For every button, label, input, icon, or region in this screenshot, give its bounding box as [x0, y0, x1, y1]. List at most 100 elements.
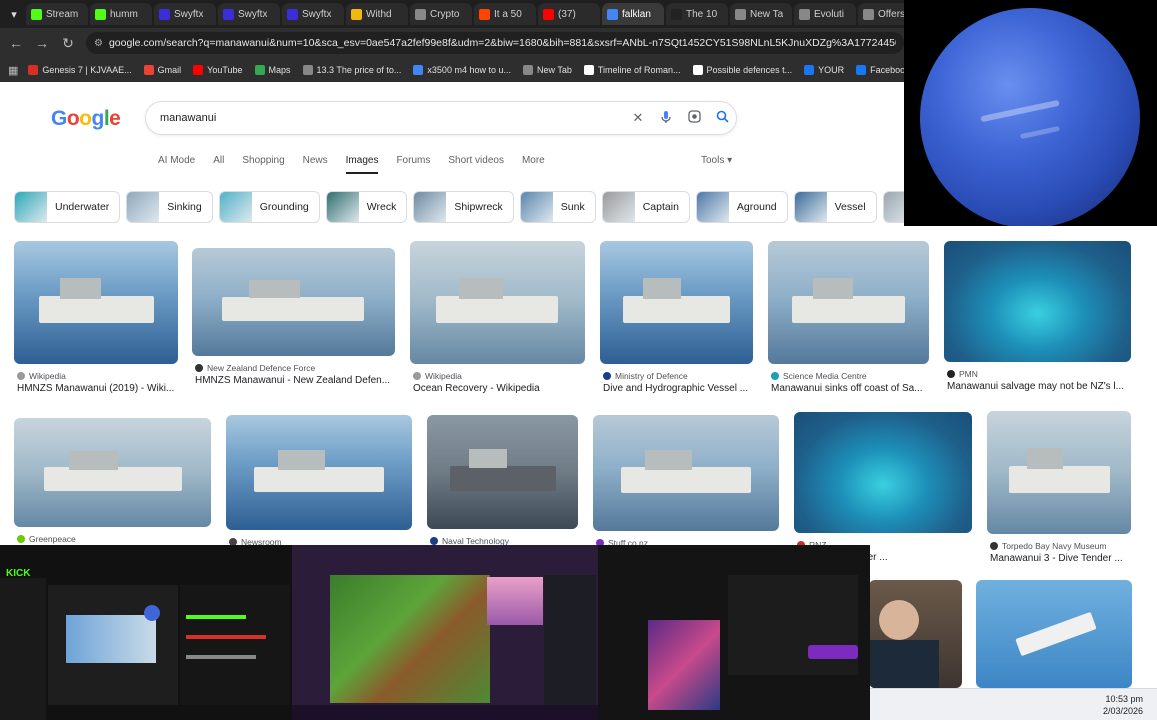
kick-stream-pane[interactable]: KICK — [0, 545, 292, 720]
search-input[interactable]: manawanui — [160, 112, 624, 124]
result-title[interactable]: Manawanui salvage may not be NZ's l... — [947, 381, 1134, 392]
image-result[interactable]: PMN Manawanui salvage may not be NZ's l..… — [944, 241, 1131, 396]
bookmark-item[interactable]: Genesis 7 | KJVAAE... — [28, 65, 132, 75]
search-box[interactable]: manawanui ✕ — [145, 101, 737, 135]
chip-label: Sinking — [167, 201, 202, 213]
result-source[interactable]: Torpedo Bay Navy Museum — [990, 541, 1106, 551]
image-result[interactable]: Greenpeace — [14, 418, 211, 561]
browser-tab[interactable]: humm — [90, 3, 152, 25]
bookmark-item[interactable]: 13.3 The price of to... — [302, 65, 401, 75]
browser-tab[interactable]: Swyftx — [218, 3, 280, 25]
tools-button[interactable]: Tools ▾ — [701, 155, 732, 166]
browser-tab[interactable]: Withd — [346, 3, 408, 25]
filter-tab[interactable]: News — [303, 155, 328, 174]
person-shirt — [869, 640, 939, 688]
image-result[interactable] — [976, 580, 1132, 688]
tab-search-icon[interactable]: ▾ — [4, 4, 24, 24]
filter-tab[interactable]: Forums — [396, 155, 430, 174]
tab-label: Swyftx — [174, 8, 204, 20]
browser-tab[interactable]: Offers — [858, 3, 904, 25]
result-title[interactable]: Dive and Hydrographic Vessel ... — [603, 383, 756, 394]
related-search-chip[interactable]: Captain — [601, 191, 690, 223]
related-search-chip[interactable]: Sinking — [126, 191, 213, 223]
system-clock[interactable]: 10:53 pm 2/03/2026 — [1103, 693, 1143, 717]
result-title[interactable]: Manawanui 3 - Dive Tender ... — [990, 553, 1134, 564]
result-source[interactable]: New Zealand Defence Force — [195, 363, 315, 373]
image-result[interactable]: RNZ...ce charges over ... — [794, 412, 972, 567]
filter-tab[interactable]: Short videos — [448, 155, 504, 174]
ship-superstructure — [813, 278, 853, 299]
forward-icon[interactable]: → — [34, 35, 50, 51]
site-info-icon[interactable]: ⚙ — [94, 38, 103, 49]
browser-tab[interactable]: Stream — [26, 3, 88, 25]
browser-tab[interactable]: The 10 — [666, 3, 728, 25]
chip-label: Shipwreck — [454, 201, 503, 213]
bookmark-item[interactable]: YOUR — [804, 65, 844, 75]
related-search-chip[interactable]: Grounding — [218, 191, 320, 223]
image-result[interactable]: Torpedo Bay Navy Museum Manawanui 3 - Div… — [987, 411, 1131, 568]
game-stream-pane[interactable] — [292, 545, 598, 720]
filter-tab[interactable]: More — [522, 155, 545, 174]
bookmark-item[interactable]: Maps — [254, 65, 291, 75]
image-result[interactable]: Wikipedia Ocean Recovery - Wikipedia — [410, 241, 585, 398]
filter-tab[interactable]: Images — [345, 155, 379, 174]
image-result[interactable]: New Zealand Defence Force HMNZS Manawanui… — [192, 248, 395, 390]
related-search-chip[interactable]: Wreck — [325, 191, 408, 223]
source-name: PMN — [959, 369, 978, 379]
image-result[interactable]: Ministry of Defence Dive and Hydrographic… — [600, 241, 753, 398]
browser-tab[interactable]: It a 50 — [474, 3, 536, 25]
clear-icon[interactable]: ✕ — [624, 110, 652, 126]
ship-shape — [621, 467, 751, 493]
related-search-chip[interactable]: Underwater — [14, 191, 121, 223]
result-title[interactable]: HMNZS Manawanui (2019) - Wiki... — [17, 383, 181, 394]
bookmark-item[interactable]: Possible defences t... — [692, 65, 793, 75]
bookmark-item[interactable]: YouTube — [193, 65, 243, 75]
result-source[interactable]: Science Media Centre — [771, 371, 867, 381]
browser-tab[interactable]: (37) — [538, 3, 600, 25]
image-result[interactable]: Wikipedia HMNZS Manawanui (2019) - Wiki..… — [14, 241, 178, 398]
browser-tab[interactable]: Swyftx — [154, 3, 216, 25]
google-logo[interactable]: Google — [51, 107, 121, 131]
microphone-icon[interactable] — [652, 110, 680, 127]
search-icon[interactable] — [708, 110, 736, 126]
result-title[interactable]: Manawanui sinks off coast of Sa... — [771, 383, 932, 394]
browser-tab[interactable]: Evoluti — [794, 3, 856, 25]
bookmark-item[interactable]: Facebook green — [856, 65, 904, 75]
bookmark-item[interactable]: x3500 m4 how to u... — [413, 65, 511, 75]
related-search-chip[interactable]: Aground — [695, 191, 788, 223]
filter-tab[interactable]: All — [213, 155, 224, 174]
browser-tab[interactable]: Swyftx — [282, 3, 344, 25]
related-search-chip[interactable]: Sunk — [519, 191, 596, 223]
lens-camera-icon[interactable] — [680, 110, 708, 126]
third-stream-pane[interactable] — [598, 545, 870, 720]
result-title[interactable]: HMNZS Manawanui - New Zealand Defen... — [195, 375, 398, 386]
browser-toolbar: ← → ↻ ⚙ google.com/search?q=manawanui&nu… — [0, 28, 904, 58]
bookmark-label: Possible defences t... — [706, 65, 793, 75]
related-search-chip[interactable]: Shipwreck — [413, 191, 514, 223]
image-result[interactable]: Stuff.co.nz — [593, 415, 779, 565]
result-title[interactable]: Ocean Recovery - Wikipedia — [413, 383, 588, 394]
back-icon[interactable]: ← — [8, 35, 24, 51]
result-source[interactable]: Wikipedia — [17, 371, 66, 381]
image-result[interactable] — [869, 580, 962, 688]
apps-icon[interactable]: ▦ — [8, 64, 18, 77]
image-result[interactable]: Science Media Centre Manawanui sinks off … — [768, 241, 929, 398]
result-source[interactable]: Ministry of Defence — [603, 371, 688, 381]
bookmarks-bar: ▦ Genesis 7 | KJVAAE... Gmail YouTube Maps 1… — [0, 58, 904, 82]
related-search-chip[interactable]: Vessel — [793, 191, 877, 223]
image-result[interactable]: Newsroom — [226, 415, 412, 564]
filter-tab[interactable]: AI Mode — [158, 155, 195, 174]
browser-tab[interactable]: Crypto — [410, 3, 472, 25]
bookmark-item[interactable]: Timeline of Roman... — [583, 65, 681, 75]
browser-tab[interactable]: New Ta — [730, 3, 792, 25]
reload-icon[interactable]: ↻ — [60, 35, 76, 52]
image-result[interactable]: Naval Technology — [427, 415, 578, 563]
filter-tab[interactable]: Shopping — [242, 155, 284, 174]
result-source[interactable]: PMN — [947, 369, 978, 379]
address-bar[interactable]: ⚙ google.com/search?q=manawanui&num=10&s… — [86, 32, 904, 54]
result-source[interactable]: Wikipedia — [413, 371, 462, 381]
bookmark-item[interactable]: New Tab — [522, 65, 572, 75]
bookmark-item[interactable]: Gmail — [143, 65, 181, 75]
result-source[interactable]: Greenpeace — [17, 534, 76, 544]
browser-tab[interactable]: falklan — [602, 3, 664, 25]
